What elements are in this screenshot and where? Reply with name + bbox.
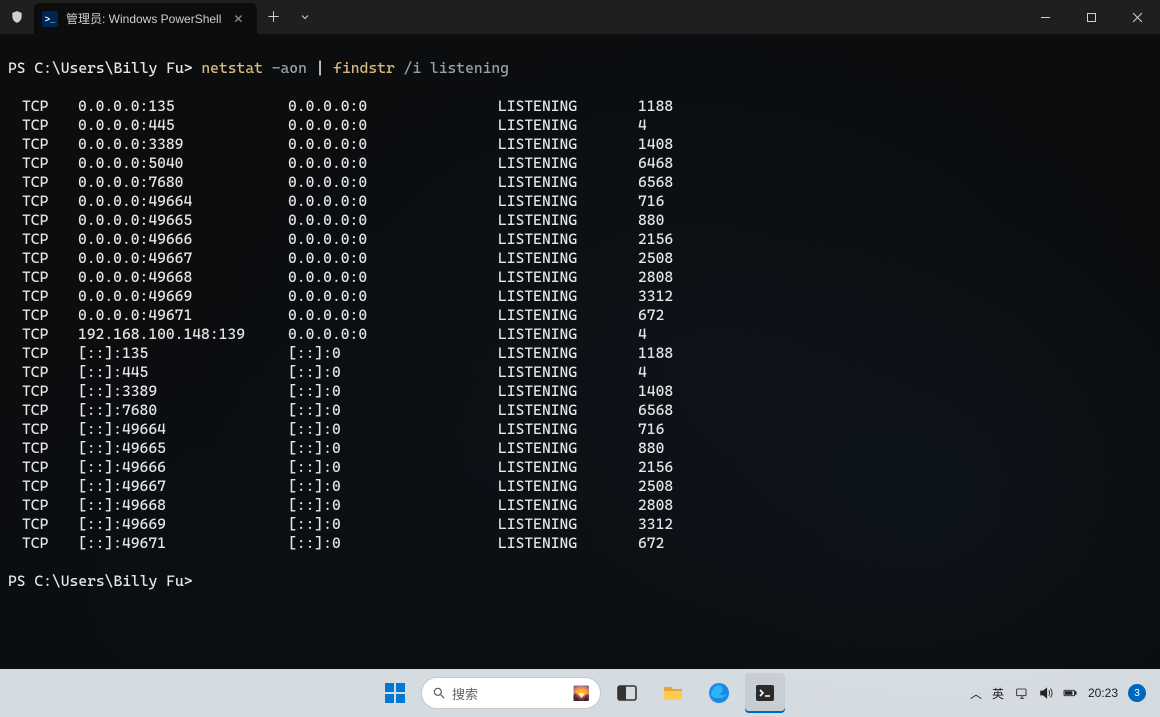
battery-icon[interactable] <box>1062 685 1078 701</box>
tray-chevron-icon[interactable]: ︿ <box>970 685 982 702</box>
terminal-body[interactable]: PS C:\Users\Billy Fu> netstat -aon | fin… <box>0 34 1160 669</box>
netstat-row: TCP0.0.0.0:496710.0.0.0:0LISTENING672 <box>8 306 1152 325</box>
admin-shield-icon <box>0 0 34 34</box>
tab-title: 管理员: Windows PowerShell <box>66 10 221 27</box>
netstat-row: TCP[::]:7680[::]:0LISTENING6568 <box>8 401 1152 420</box>
start-button[interactable] <box>375 673 415 713</box>
netstat-row: TCP[::]:3389[::]:0LISTENING1408 <box>8 382 1152 401</box>
netstat-row: TCP0.0.0.0:4450.0.0.0:0LISTENING4 <box>8 116 1152 135</box>
netstat-row: TCP0.0.0.0:496690.0.0.0:0LISTENING3312 <box>8 287 1152 306</box>
search-placeholder: 搜索 <box>452 684 478 703</box>
clock[interactable]: 20:23 <box>1088 686 1118 700</box>
search-decoration-icon: 🌄 <box>573 685 590 702</box>
netstat-row: TCP0.0.0.0:496660.0.0.0:0LISTENING2156 <box>8 230 1152 249</box>
tab-dropdown-button[interactable] <box>289 0 321 34</box>
netstat-row: TCP0.0.0.0:496670.0.0.0:0LISTENING2508 <box>8 249 1152 268</box>
search-icon <box>432 686 446 700</box>
netstat-row: TCP[::]:49667[::]:0LISTENING2508 <box>8 477 1152 496</box>
minimize-button[interactable] <box>1022 0 1068 34</box>
edge-browser-button[interactable] <box>699 673 739 713</box>
new-tab-button[interactable]: ＋ <box>257 0 289 34</box>
terminal-window: >_ 管理员: Windows PowerShell ✕ ＋ PS C:\Use… <box>0 0 1160 669</box>
ime-indicator[interactable]: 英 <box>992 685 1004 702</box>
window-controls <box>1022 0 1160 34</box>
netstat-row: TCP0.0.0.0:33890.0.0.0:0LISTENING1408 <box>8 135 1152 154</box>
window-titlebar[interactable]: >_ 管理员: Windows PowerShell ✕ ＋ <box>0 0 1160 34</box>
netstat-row: TCP[::]:49668[::]:0LISTENING2808 <box>8 496 1152 515</box>
netstat-row: TCP0.0.0.0:496680.0.0.0:0LISTENING2808 <box>8 268 1152 287</box>
netstat-row: TCP[::]:49664[::]:0LISTENING716 <box>8 420 1152 439</box>
taskbar-search[interactable]: 搜索 🌄 <box>421 677 601 709</box>
maximize-button[interactable] <box>1068 0 1114 34</box>
window-close-button[interactable] <box>1114 0 1160 34</box>
netstat-output: TCP0.0.0.0:1350.0.0.0:0LISTENING1188TCP0… <box>8 97 1152 553</box>
tab-close-button[interactable]: ✕ <box>229 10 247 28</box>
netstat-row: TCP[::]:135[::]:0LISTENING1188 <box>8 344 1152 363</box>
netstat-row: TCP0.0.0.0:496650.0.0.0:0LISTENING880 <box>8 211 1152 230</box>
taskbar[interactable]: 搜索 🌄 ︿ 英 20:23 3 <box>0 669 1160 717</box>
netstat-row: TCP192.168.100.148:1390.0.0.0:0LISTENING… <box>8 325 1152 344</box>
netstat-row: TCP[::]:49666[::]:0LISTENING2156 <box>8 458 1152 477</box>
volume-icon[interactable] <box>1038 685 1054 701</box>
prompt-line-2: PS C:\Users\Billy Fu> <box>8 572 1152 591</box>
prompt-line-1: PS C:\Users\Billy Fu> netstat -aon | fin… <box>8 59 1152 78</box>
file-explorer-button[interactable] <box>653 673 693 713</box>
netstat-row: TCP[::]:49669[::]:0LISTENING3312 <box>8 515 1152 534</box>
netstat-row: TCP[::]:49665[::]:0LISTENING880 <box>8 439 1152 458</box>
tab-powershell[interactable]: >_ 管理员: Windows PowerShell ✕ <box>34 3 257 34</box>
netstat-row: TCP0.0.0.0:50400.0.0.0:0LISTENING6468 <box>8 154 1152 173</box>
task-view-button[interactable] <box>607 673 647 713</box>
powershell-icon: >_ <box>42 11 58 27</box>
netstat-row: TCP0.0.0.0:496640.0.0.0:0LISTENING716 <box>8 192 1152 211</box>
system-tray[interactable] <box>1014 685 1078 701</box>
titlebar-drag-area[interactable] <box>321 0 1022 34</box>
netstat-row: TCP[::]:445[::]:0LISTENING4 <box>8 363 1152 382</box>
network-icon[interactable] <box>1014 685 1030 701</box>
taskbar-center: 搜索 🌄 <box>375 673 785 713</box>
taskbar-right: ︿ 英 20:23 3 <box>970 684 1160 702</box>
netstat-row: TCP0.0.0.0:1350.0.0.0:0LISTENING1188 <box>8 97 1152 116</box>
terminal-taskbar-button[interactable] <box>745 673 785 713</box>
netstat-row: TCP0.0.0.0:76800.0.0.0:0LISTENING6568 <box>8 173 1152 192</box>
notification-badge[interactable]: 3 <box>1128 684 1146 702</box>
netstat-row: TCP[::]:49671[::]:0LISTENING672 <box>8 534 1152 553</box>
